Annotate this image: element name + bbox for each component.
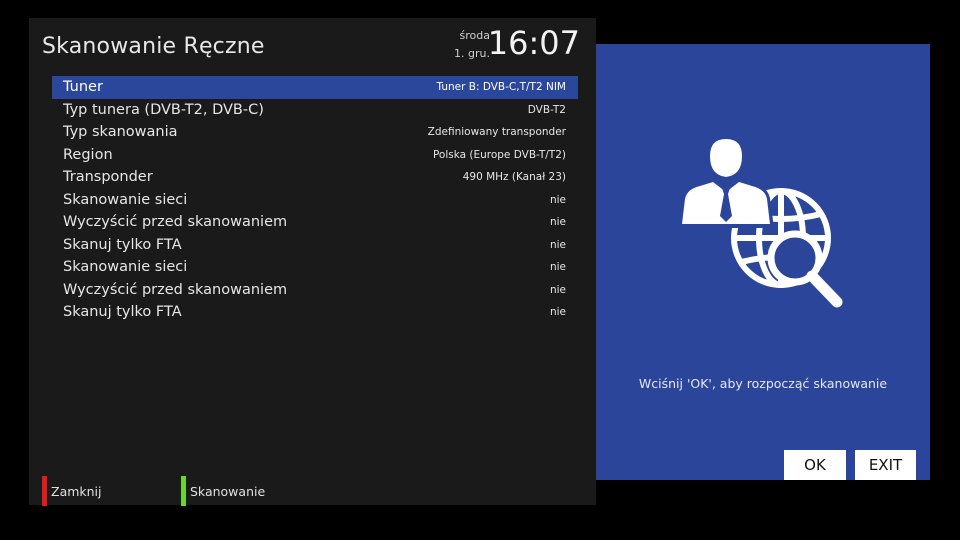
- setting-label: Tuner: [63, 79, 103, 96]
- weekday-label: środa: [459, 29, 490, 42]
- setting-value: nie: [549, 238, 566, 251]
- setting-row-fta-only[interactable]: Skanuj tylko FTA nie: [52, 234, 578, 257]
- setting-row-network-scan[interactable]: Skanowanie sieci nie: [52, 189, 578, 212]
- setting-value: nie: [549, 283, 566, 296]
- setting-row-scan-type[interactable]: Typ skanowania Zdefiniowany transponder: [52, 121, 578, 144]
- green-key-icon: [181, 476, 186, 506]
- setting-label: Wyczyścić przed skanowaniem: [63, 281, 288, 298]
- setting-value: Polska (Europe DVB-T/T2): [432, 148, 566, 161]
- user-icon: [678, 136, 774, 228]
- setting-value: nie: [549, 306, 566, 319]
- scan-illustration: [678, 136, 843, 308]
- setting-value: 490 MHz (Kanał 23): [462, 171, 566, 184]
- exit-button[interactable]: EXIT: [855, 450, 916, 480]
- clock: 16:07: [487, 24, 580, 62]
- setting-value: nie: [549, 216, 566, 229]
- scan-info-panel: Wciśnij 'OK', aby rozpocząć skanowanie O…: [596, 44, 930, 480]
- manual-scan-panel: Skanowanie Ręczne środa 1. gru. 16:07 Tu…: [29, 18, 596, 506]
- setting-label: Typ tunera (DVB-T2, DVB-C): [63, 101, 264, 118]
- setting-row-tuner[interactable]: Tuner Tuner B: DVB-C,T/T2 NIM: [52, 76, 578, 99]
- setting-label: Skanowanie sieci: [63, 259, 188, 276]
- setting-label: Skanuj tylko FTA: [63, 236, 182, 253]
- setting-label: Skanuj tylko FTA: [63, 304, 182, 321]
- setting-row-network-scan-2[interactable]: Skanowanie sieci nie: [52, 256, 578, 279]
- setting-value: DVB-T2: [527, 103, 566, 116]
- setting-label: Wyczyścić przed skanowaniem: [63, 214, 288, 231]
- setting-value: Zdefiniowany transponder: [427, 126, 566, 139]
- red-key-icon: [42, 476, 47, 506]
- setting-value: Tuner B: DVB-C,T/T2 NIM: [436, 81, 566, 94]
- setting-row-tuner-type[interactable]: Typ tunera (DVB-T2, DVB-C) DVB-T2: [52, 99, 578, 122]
- red-key-close[interactable]: Zamknij: [42, 476, 102, 506]
- green-key-scan[interactable]: Skanowanie: [181, 476, 265, 506]
- settings-list: Tuner Tuner B: DVB-C,T/T2 NIM Typ tunera…: [52, 76, 578, 324]
- date-label: 1. gru.: [454, 47, 490, 60]
- green-key-label: Skanowanie: [190, 483, 266, 499]
- setting-row-region[interactable]: Region Polska (Europe DVB-T/T2): [52, 144, 578, 167]
- tv-screen: Skanowanie Ręczne środa 1. gru. 16:07 Tu…: [0, 0, 960, 540]
- red-key-label: Zamknij: [51, 483, 102, 499]
- scan-hint: Wciśnij 'OK', aby rozpocząć skanowanie: [638, 376, 888, 391]
- date-display: środa 1. gru.: [454, 27, 490, 63]
- setting-value: nie: [549, 193, 566, 206]
- page-title: Skanowanie Ręczne: [42, 34, 265, 59]
- setting-label: Region: [63, 146, 113, 163]
- setting-row-clear-before-scan-2[interactable]: Wyczyścić przed skanowaniem nie: [52, 279, 578, 302]
- setting-label: Skanowanie sieci: [63, 191, 188, 208]
- setting-label: Typ skanowania: [63, 124, 178, 141]
- setting-row-transponder[interactable]: Transponder 490 MHz (Kanał 23): [52, 166, 578, 189]
- setting-value: nie: [549, 261, 566, 274]
- setting-row-fta-only-2[interactable]: Skanuj tylko FTA nie: [52, 301, 578, 324]
- ok-button[interactable]: OK: [784, 450, 846, 480]
- setting-label: Transponder: [63, 169, 153, 186]
- setting-row-clear-before-scan[interactable]: Wyczyścić przed skanowaniem nie: [52, 211, 578, 234]
